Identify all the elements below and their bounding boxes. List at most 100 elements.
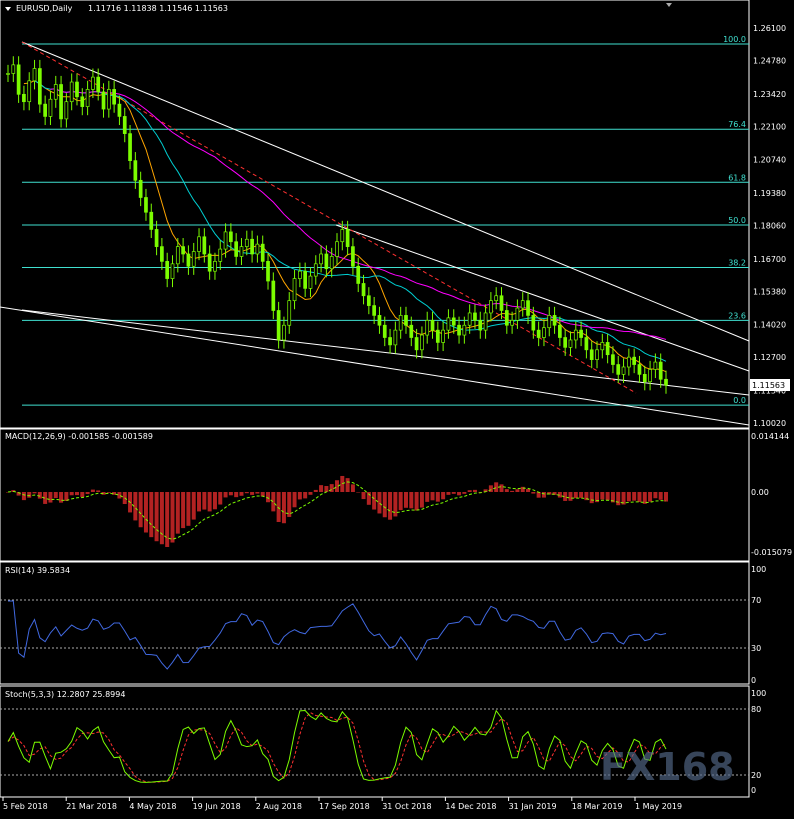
macd-histogram-bar bbox=[467, 490, 472, 492]
candle-body bbox=[632, 356, 637, 365]
macd-histogram-bar bbox=[499, 484, 504, 492]
date-tick-label: 5 Feb 2018 bbox=[3, 802, 48, 811]
candle-body bbox=[595, 349, 599, 360]
candle-body bbox=[117, 103, 122, 117]
macd-histogram-bar bbox=[658, 492, 663, 500]
candle-body bbox=[531, 315, 536, 331]
candle-body bbox=[292, 278, 297, 302]
candle-body bbox=[37, 68, 42, 105]
candle-body bbox=[361, 283, 366, 297]
macd-histogram-bar bbox=[69, 492, 74, 496]
candle-body bbox=[489, 300, 493, 314]
candle-body bbox=[223, 231, 228, 250]
candle-body bbox=[653, 361, 658, 370]
candle-body bbox=[568, 339, 573, 348]
price-axis: 1.26100 1.24780 1.23420 1.22100 1.20740 1.193… bbox=[753, 24, 786, 428]
macd-histogram-bar bbox=[308, 492, 313, 495]
macd-histogram-bar bbox=[430, 492, 435, 501]
macd-tick-bottom: -0.015079 bbox=[751, 548, 792, 557]
candle-body bbox=[6, 73, 10, 75]
macd-histogram-bar bbox=[90, 489, 95, 492]
macd-histogram-bar bbox=[435, 492, 440, 502]
candle-body bbox=[43, 103, 47, 117]
candle-body bbox=[388, 337, 392, 346]
candle-body bbox=[579, 329, 583, 338]
candle-body bbox=[244, 238, 249, 247]
candle-body bbox=[664, 378, 668, 386]
candle-body bbox=[457, 324, 461, 336]
macd-histogram-bar bbox=[218, 492, 223, 505]
macd-histogram-bar bbox=[74, 492, 79, 496]
macd-histogram-bar bbox=[589, 492, 594, 504]
candle-body bbox=[425, 319, 430, 336]
macd-histogram-bar bbox=[53, 492, 58, 499]
candle-body bbox=[234, 241, 239, 257]
last-price-label: 1.11563 bbox=[752, 381, 785, 390]
macd-histogram-bar bbox=[170, 492, 175, 543]
candle-body bbox=[32, 68, 37, 82]
candle-body bbox=[430, 319, 435, 331]
date-tick-label: 17 Sep 2018 bbox=[319, 802, 370, 811]
macd-histogram-bar bbox=[255, 492, 260, 494]
macd-histogram-bar bbox=[515, 489, 520, 492]
price-tick-label: 1.23420 bbox=[753, 90, 786, 99]
candle-body bbox=[53, 84, 58, 100]
candle-body bbox=[510, 319, 514, 326]
candle-body bbox=[91, 76, 95, 90]
candle-body bbox=[271, 280, 276, 311]
macd-histogram-bar bbox=[637, 492, 642, 503]
ohlc-readout: 1.11716 1.11838 1.11546 1.11563 bbox=[88, 4, 228, 13]
main-price-panel[interactable]: 100.0 76.4 61.8 50.0 38.2 23.6 0.0 EURUSD,Dail… bbox=[0, 0, 790, 429]
candle-body bbox=[122, 116, 127, 134]
macd-histogram-bar bbox=[297, 492, 302, 500]
macd-histogram-bar bbox=[244, 492, 249, 494]
fib-level-label: 0.0 bbox=[733, 396, 746, 405]
candle-body bbox=[229, 231, 233, 243]
macd-histogram-bar bbox=[541, 492, 546, 498]
macd-histogram-bar bbox=[425, 492, 430, 502]
macd-histogram-bar bbox=[175, 492, 180, 534]
candle-body bbox=[319, 253, 323, 265]
forex-chart[interactable]: 100.0 76.4 61.8 50.0 38.2 23.6 0.0 EURUSD,Dail… bbox=[0, 0, 794, 815]
candle-body bbox=[80, 96, 85, 107]
candle-body bbox=[366, 295, 371, 306]
rsi-panel[interactable]: RSI(14) 39.5834 100 70 30 0 bbox=[0, 561, 766, 685]
candle-body bbox=[467, 312, 472, 326]
price-tick-label: 1.24780 bbox=[753, 56, 786, 65]
candle-body bbox=[409, 324, 414, 338]
candle-body bbox=[303, 270, 308, 289]
macd-histogram-bar bbox=[138, 492, 143, 528]
macd-histogram-bar bbox=[191, 492, 196, 520]
price-tick-label: 1.12700 bbox=[753, 353, 786, 362]
macd-histogram-bar bbox=[186, 492, 191, 526]
candle-body bbox=[499, 295, 504, 311]
date-tick-label: 31 Oct 2018 bbox=[382, 802, 431, 811]
macd-histogram-bar bbox=[271, 492, 276, 512]
candle-body bbox=[658, 361, 663, 380]
macd-histogram-bar bbox=[568, 492, 573, 501]
candle-body bbox=[48, 98, 53, 117]
macd-histogram-bar bbox=[419, 492, 424, 508]
candle-body bbox=[149, 211, 154, 230]
macd-histogram-bar bbox=[494, 482, 499, 492]
candle-body bbox=[313, 263, 318, 277]
date-tick-label: 18 Mar 2019 bbox=[572, 802, 623, 811]
candle-body bbox=[197, 236, 201, 252]
candle-body bbox=[573, 329, 578, 341]
candle-body bbox=[170, 263, 175, 279]
macd-panel[interactable]: MACD(12,26,9) -0.001585 -0.001589 0.0141… bbox=[0, 428, 792, 562]
fib-level-label: 76.4 bbox=[728, 120, 746, 129]
macd-histogram-bar bbox=[616, 492, 621, 506]
candle-body bbox=[393, 329, 398, 346]
candle-body bbox=[112, 89, 116, 105]
candle-body bbox=[154, 229, 159, 247]
candle-body bbox=[584, 337, 589, 351]
macd-histogram-bar bbox=[382, 492, 387, 518]
candle-body bbox=[191, 251, 196, 267]
macd-histogram-bar bbox=[414, 492, 419, 511]
candle-body bbox=[298, 270, 302, 279]
macd-histogram-bar bbox=[106, 492, 111, 493]
macd-histogram-bar bbox=[531, 492, 536, 494]
candle-body bbox=[547, 315, 552, 329]
fib-level-label: 50.0 bbox=[728, 216, 746, 225]
